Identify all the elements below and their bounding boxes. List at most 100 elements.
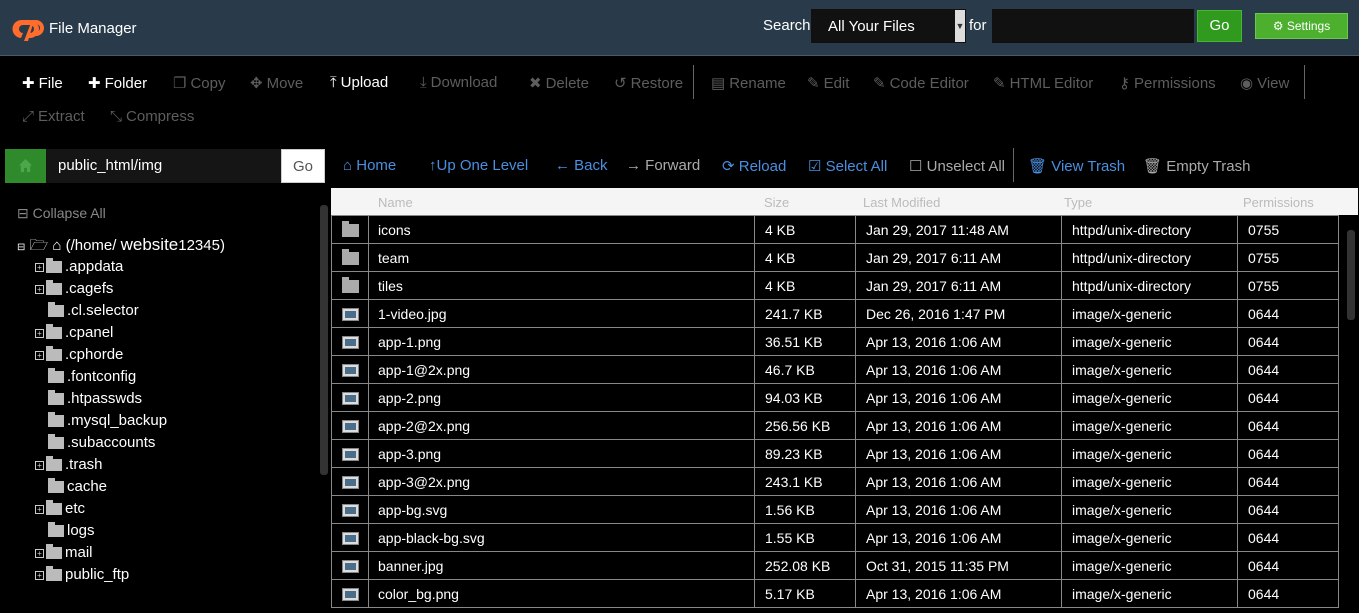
image-file-icon [341,532,359,546]
folder-icon [46,500,62,516]
checkbox-checked-icon: ☑ [808,158,826,175]
folder-icon [341,221,359,238]
view-trash-button[interactable]: 🗑 View Trash [1028,157,1125,175]
table-row[interactable]: tiles 4 KB Jan 29, 2017 6:11 AM httpd/unix-… [331,271,1339,300]
folder-icon [48,412,64,428]
empty-trash-button[interactable]: 🗑 Empty Trash [1143,157,1250,175]
table-row[interactable]: app-2@2x.png 256.56 KB Apr 13, 2016 1:06 A… [331,411,1339,440]
tree-item[interactable]: + .trash [35,456,103,473]
back-button[interactable]: ← Back [555,157,608,174]
image-file-icon [341,336,359,350]
image-file-icon [341,588,359,602]
folder-icon [46,280,62,296]
image-file-icon [341,448,359,462]
search-input[interactable] [992,9,1194,43]
tree-item[interactable]: .fontconfig [48,368,136,385]
column-header-last-modified[interactable]: Last Modified [863,195,940,210]
column-header-size[interactable]: Size [764,195,789,210]
table-row[interactable]: app-1@2x.png 46.7 KB Apr 13, 2016 1:06 AM i… [331,355,1339,384]
new-folder-button[interactable]: ✚ Folder [88,74,147,92]
permissions-button[interactable]: ⚷ Permissions [1119,74,1216,92]
expand-icon: + [35,570,44,580]
tree-item[interactable]: + .cagefs [35,280,113,297]
table-row[interactable]: team 4 KB Jan 29, 2017 6:11 AM httpd/unix-d… [331,243,1339,272]
tree-item[interactable]: .cl.selector [48,302,139,319]
arrow-right-icon: → [626,157,646,174]
copy-button[interactable]: ❐ Copy [173,74,225,92]
folder-icon [46,566,62,582]
tree-item[interactable]: + .cphorde [35,346,123,363]
select-all-button[interactable]: ☑ Select All [808,157,887,175]
expand-icon: + [35,262,44,272]
up-one-level-button[interactable]: ↑Up One Level [429,157,528,174]
tree-item[interactable]: + public_ftp [35,566,129,583]
reload-button[interactable]: ⟳ Reload [722,157,786,175]
eye-icon: ◉ [1240,75,1254,92]
tree-scrollbar[interactable] [320,205,328,475]
settings-label: Settings [1286,19,1331,33]
path-input[interactable]: public_html/img [46,149,281,183]
close-icon: ✖ [529,75,542,92]
collapse-toggle-icon: ⊟ [17,242,26,253]
move-button[interactable]: ✥ Move [250,74,303,92]
table-row[interactable]: app-black-bg.svg 1.55 KB Apr 13, 2016 1:06… [331,523,1339,552]
home-directory-button[interactable] [5,149,46,183]
unselect-all-button[interactable]: ☐ Unselect All [909,157,1005,175]
expand-icon: + [35,350,44,360]
toolbar-divider [693,65,694,99]
collapse-all-button[interactable]: ⊟ Collapse All [17,205,106,222]
home-icon: ⌂ [52,237,62,254]
path-go-button[interactable]: Go [281,149,325,183]
table-row[interactable]: icons 4 KB Jan 29, 2017 11:48 AM httpd/unix… [331,215,1339,244]
refresh-icon: ⟳ [722,158,739,175]
upload-button[interactable]: ⤒ Upload [330,74,388,91]
tree-item[interactable]: + .appdata [35,258,123,275]
column-header-permissions[interactable]: Permissions [1243,195,1314,210]
file-list-scrollbar[interactable] [1347,230,1355,320]
tree-root[interactable]: ⊟ 🗁 ⌂ (/home/ website12345) [17,235,225,260]
tree-item[interactable]: logs [48,522,95,539]
code-editor-button[interactable]: ✎ Code Editor [873,74,969,92]
cpanel-logo-icon [12,19,44,41]
new-file-button[interactable]: ✚ File [22,74,63,92]
tree-item[interactable]: .mysql_backup [48,412,167,429]
extract-button[interactable]: ⤢ Extract [22,108,85,125]
html-editor-button[interactable]: ✎ HTML Editor [993,74,1093,92]
column-header-name[interactable]: Name [378,195,413,210]
search-go-button[interactable]: Go [1197,10,1242,42]
delete-button[interactable]: ✖ Delete [529,74,589,92]
restore-button[interactable]: ↺ Restore [614,74,683,92]
view-button[interactable]: ◉ View [1240,74,1289,92]
column-header-type[interactable]: Type [1064,195,1092,210]
tree-item[interactable]: + mail [35,544,93,561]
table-row[interactable]: color_bg.png 5.17 KB Apr 13, 2016 1:06 AM i… [331,579,1339,608]
table-row[interactable]: app-3.png 89.23 KB Apr 13, 2016 1:06 AM ima… [331,439,1339,468]
trash-icon: 🗑 [1028,158,1052,175]
table-row[interactable]: app-bg.svg 1.56 KB Apr 13, 2016 1:06 AM ima… [331,495,1339,524]
image-file-icon [341,392,359,406]
compress-button[interactable]: ⤡ Compress [110,108,194,125]
edit-box-icon: ✎ [993,75,1006,92]
undo-icon: ↺ [614,75,627,92]
tree-item[interactable]: cache [48,478,107,495]
expand-icon: ⤢ [22,108,35,125]
tree-item[interactable]: + etc [35,500,85,517]
edit-button[interactable]: ✎ Edit [807,74,849,92]
table-row[interactable]: app-3@2x.png 243.1 KB Apr 13, 2016 1:06 AM… [331,467,1339,496]
settings-button[interactable]: ⚙ Settings [1255,13,1348,39]
table-row[interactable]: app-1.png 36.51 KB Apr 13, 2016 1:06 AM ima… [331,327,1339,356]
key-icon: ⚷ [1119,75,1130,92]
rename-button[interactable]: ▤ Rename [711,74,786,92]
table-row[interactable]: app-2.png 94.03 KB Apr 13, 2016 1:06 AM ima… [331,383,1339,412]
tree-item[interactable]: .subaccounts [48,434,155,451]
tree-item[interactable]: .htpasswds [48,390,142,407]
tree-item[interactable]: + .cpanel [35,324,113,341]
folder-icon [48,478,64,494]
table-row[interactable]: banner.jpg 252.08 KB Oct 31, 2015 11:35 PM… [331,551,1339,580]
download-button[interactable]: ⤓ Download [420,74,497,91]
home-nav-button[interactable]: ⌂ Home [343,157,396,174]
search-scope-select[interactable]: All Your Files ▼ [811,9,966,43]
plus-icon: ✚ [22,75,35,92]
table-row[interactable]: 1-video.jpg 241.7 KB Dec 26, 2016 1:47 PM i… [331,299,1339,328]
forward-button[interactable]: → Forward [626,157,700,174]
